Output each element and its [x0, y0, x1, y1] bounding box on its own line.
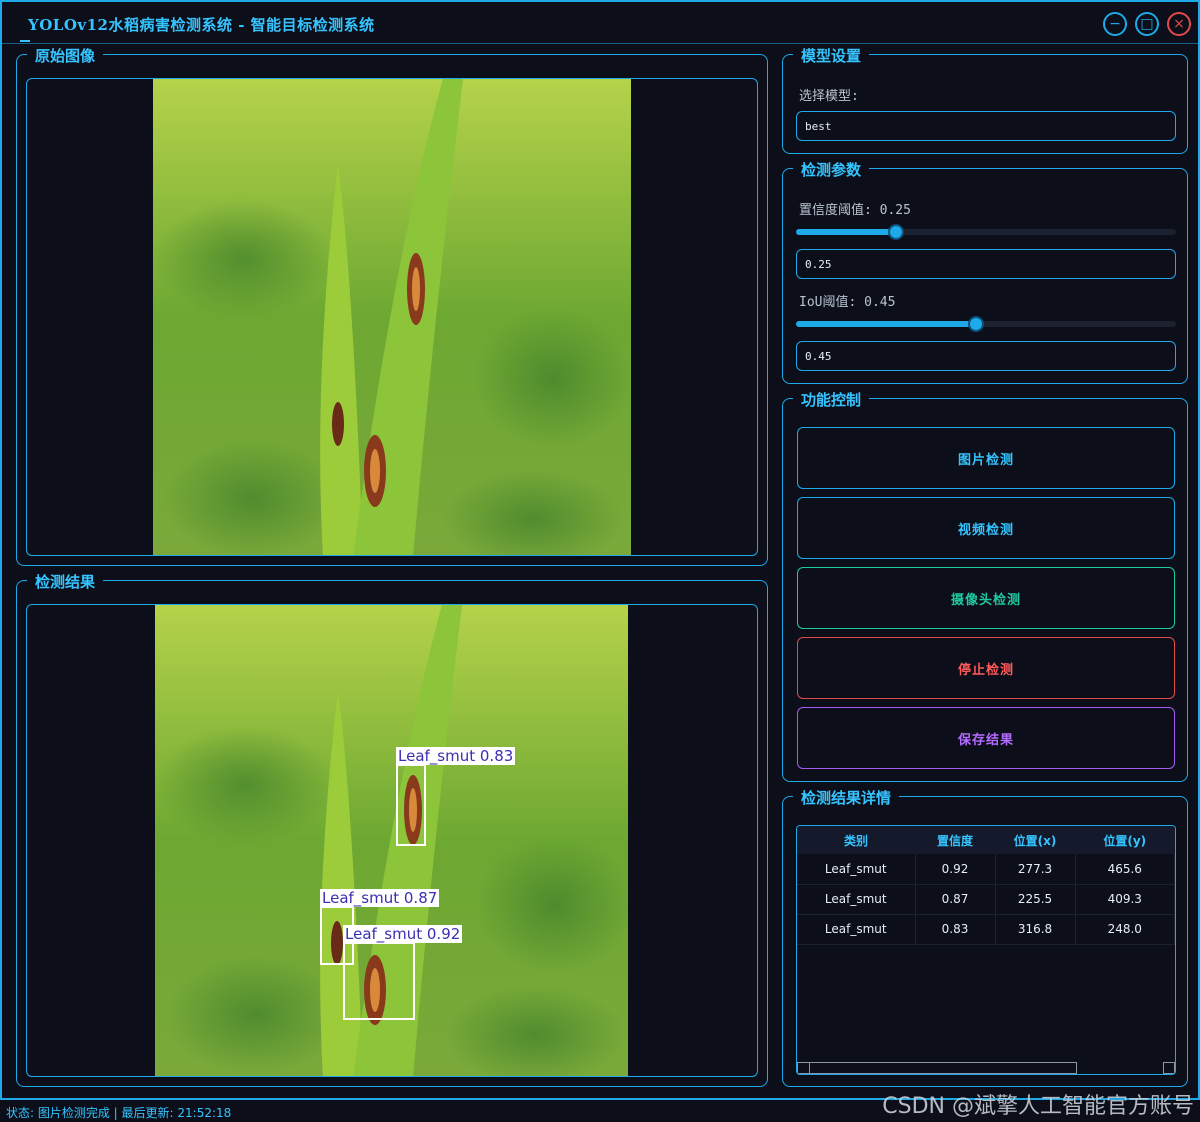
result-image-group: 检测结果 Leaf_smut 0.83 Leaf_smut 0.87 Leaf_…: [16, 571, 768, 1087]
iou-slider[interactable]: [796, 316, 1176, 332]
confidence-input[interactable]: 0.25: [796, 249, 1176, 279]
horizontal-scrollbar[interactable]: [797, 1062, 1077, 1074]
confidence-slider-handle[interactable]: [888, 224, 904, 240]
status-bar: 状态: 图片检测完成 | 最后更新: 21:52:18: [6, 1106, 232, 1120]
result-image-view: Leaf_smut 0.83 Leaf_smut 0.87 Leaf_smut …: [26, 604, 758, 1077]
column-header-y[interactable]: 位置(y): [1075, 826, 1175, 854]
original-image-title: 原始图像: [27, 45, 104, 66]
maximize-button[interactable]: □: [1135, 12, 1159, 36]
confidence-input-value: 0.25: [805, 257, 832, 271]
cell-class: Leaf_smut: [797, 854, 916, 885]
save-result-button[interactable]: 保存结果: [797, 707, 1175, 769]
cell-x: 277.3: [995, 854, 1076, 885]
detection-params-group: 检测参数 置信度阈值: 0.25 0.25 IoU阈值: 0.45 0.45: [782, 159, 1188, 384]
detection-box-1: [396, 764, 426, 846]
iou-input-value: 0.45: [805, 349, 832, 363]
cell-x: 225.5: [995, 884, 1076, 915]
column-header-x[interactable]: 位置(x): [995, 826, 1075, 854]
detection-label-2: Leaf_smut 0.87: [320, 889, 440, 907]
close-icon: ×: [1173, 16, 1185, 32]
camera-detect-button[interactable]: 摄像头检测: [797, 567, 1175, 629]
title-bar: YOLOv12水稻病害检测系统 - 智能目标检测系统 − □ ×: [2, 2, 1198, 44]
model-select-value: best: [805, 119, 832, 133]
model-select[interactable]: best: [796, 111, 1176, 141]
confidence-slider-fill: [796, 229, 896, 235]
iou-slider-handle[interactable]: [968, 316, 984, 332]
cell-confidence: 0.83: [915, 914, 996, 945]
title-accent: [20, 40, 30, 42]
cell-y: 248.0: [1075, 914, 1175, 945]
cell-confidence: 0.87: [915, 884, 996, 915]
function-controls-group: 功能控制 图片检测 视频检测 摄像头检测 停止检测 保存结果: [782, 389, 1188, 782]
cell-class: Leaf_smut: [797, 914, 916, 945]
window-title: YOLOv12水稻病害检测系统 - 智能目标检测系统: [28, 16, 375, 34]
detection-label-3: Leaf_smut 0.92: [343, 925, 463, 943]
original-image-group: 原始图像: [16, 45, 768, 566]
result-image-title: 检测结果: [27, 571, 104, 592]
cell-y: 465.6: [1075, 854, 1175, 885]
result-table-header: 类别 置信度 位置(x) 位置(y): [797, 826, 1175, 854]
result-table-container: 类别 置信度 位置(x) 位置(y) Leaf_smut 0.92 277.3 …: [796, 825, 1176, 1075]
close-button[interactable]: ×: [1167, 12, 1191, 36]
iou-label: IoU阈值: 0.45: [799, 295, 896, 310]
model-settings-title: 模型设置: [793, 45, 870, 66]
iou-slider-fill: [796, 321, 976, 327]
detection-params-title: 检测参数: [793, 159, 870, 180]
column-header-confidence[interactable]: 置信度: [915, 826, 995, 854]
model-settings-group: 模型设置 选择模型: best: [782, 45, 1188, 154]
original-image: [153, 79, 631, 555]
watermark: CSDN @斌擎人工智能官方账号: [882, 1094, 1194, 1119]
cell-class: Leaf_smut: [797, 884, 916, 915]
table-row[interactable]: Leaf_smut 0.83 316.8 248.0: [797, 914, 1175, 945]
original-image-view: [26, 78, 758, 556]
cell-confidence: 0.92: [915, 854, 996, 885]
minimize-icon: −: [1109, 16, 1121, 32]
column-header-class[interactable]: 类别: [797, 826, 915, 854]
maximize-icon: □: [1140, 16, 1154, 32]
scroll-left-arrow-icon[interactable]: [798, 1063, 810, 1073]
result-details-title: 检测结果详情: [793, 787, 900, 808]
stop-detect-button[interactable]: 停止检测: [797, 637, 1175, 699]
detection-box-3: [343, 942, 415, 1020]
model-select-label: 选择模型:: [799, 89, 859, 104]
video-detect-button[interactable]: 视频检测: [797, 497, 1175, 559]
function-controls-title: 功能控制: [793, 389, 870, 410]
cell-x: 316.8: [995, 914, 1076, 945]
scrollbar-corner: [1163, 1062, 1175, 1074]
table-row[interactable]: Leaf_smut 0.87 225.5 409.3: [797, 884, 1175, 915]
detection-label-1: Leaf_smut 0.83: [396, 747, 516, 765]
confidence-slider[interactable]: [796, 224, 1176, 240]
cell-y: 409.3: [1075, 884, 1175, 915]
iou-input[interactable]: 0.45: [796, 341, 1176, 371]
image-detect-button[interactable]: 图片检测: [797, 427, 1175, 489]
app-window: YOLOv12水稻病害检测系统 - 智能目标检测系统 − □ × 原始图像 检测…: [0, 0, 1200, 1100]
result-details-group: 检测结果详情 类别 置信度 位置(x) 位置(y) Leaf_smut 0.92…: [782, 787, 1188, 1087]
minimize-button[interactable]: −: [1103, 12, 1127, 36]
confidence-label: 置信度阈值: 0.25: [799, 203, 911, 218]
table-row[interactable]: Leaf_smut 0.92 277.3 465.6: [797, 854, 1175, 885]
result-table: 类别 置信度 位置(x) 位置(y) Leaf_smut 0.92 277.3 …: [797, 826, 1175, 945]
